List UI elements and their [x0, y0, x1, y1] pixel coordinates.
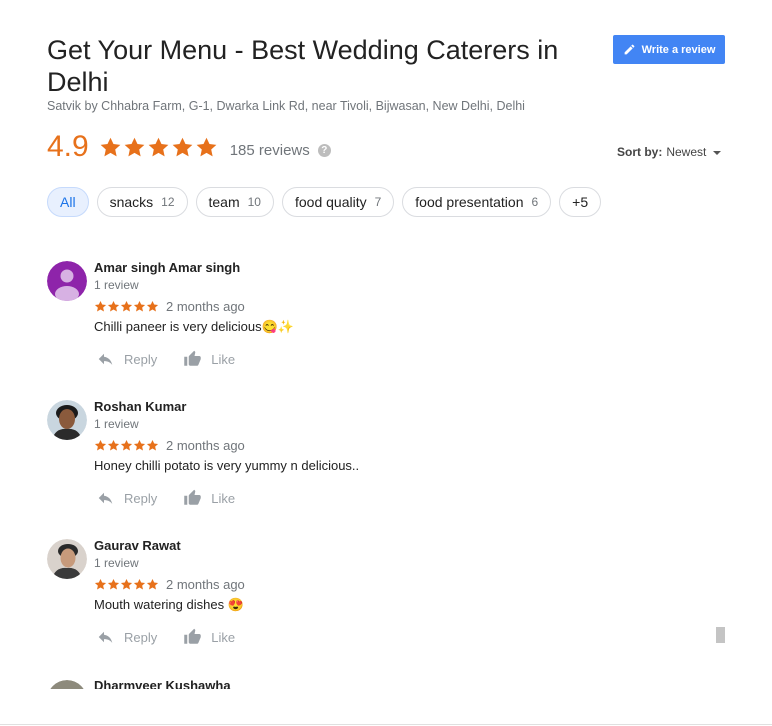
- profile-photo: [47, 400, 87, 440]
- profile-photo: [47, 539, 87, 579]
- sort-label: Sort by:: [617, 145, 663, 159]
- pencil-icon: [624, 44, 634, 55]
- business-address: Satvik by Chhabra Farm, G-1, Dwarka Link…: [47, 99, 525, 113]
- reviewer-name[interactable]: Gaurav Rawat: [94, 538, 245, 554]
- avatar[interactable]: [47, 261, 87, 301]
- reviewer-name[interactable]: Roshan Kumar: [94, 399, 359, 415]
- rating-stars: [99, 136, 218, 159]
- reply-icon: [98, 631, 113, 643]
- star-icon: [146, 578, 159, 590]
- reply-button[interactable]: Reply: [96, 628, 157, 646]
- chip-count: 6: [531, 195, 539, 209]
- help-icon[interactable]: ?: [317, 143, 331, 157]
- like-button[interactable]: Like: [183, 350, 235, 368]
- star-icon: [120, 439, 133, 451]
- like-button[interactable]: Like: [183, 628, 235, 646]
- like-label: Like: [211, 351, 236, 367]
- divider: [0, 724, 772, 725]
- reply-label: Reply: [124, 351, 158, 367]
- reply-label: Reply: [124, 490, 158, 506]
- reviewer-name[interactable]: Amar singh Amar singh: [94, 260, 294, 276]
- rating-summary: 4.9 185 reviews ?: [47, 130, 331, 164]
- reviewer-name[interactable]: Dharmveer Kushawha: [94, 680, 231, 689]
- star-icon: [120, 300, 133, 312]
- rating-value: 4.9: [47, 130, 89, 163]
- star-icon: [107, 439, 120, 451]
- reply-button[interactable]: Reply: [96, 489, 157, 507]
- sort-value: Newest: [666, 145, 707, 159]
- chip-food-presentation[interactable]: food presentation 6: [402, 187, 552, 217]
- review-time: 2 months ago: [166, 299, 245, 314]
- star-icon: [120, 578, 133, 590]
- reviewer-review-count: 1 review: [94, 417, 139, 431]
- avatar[interactable]: [47, 400, 87, 440]
- thumbs-up-icon: [184, 628, 201, 644]
- star-icon: [133, 439, 146, 451]
- chip-snacks[interactable]: snacks 12: [96, 187, 188, 217]
- review-time: 2 months ago: [166, 438, 245, 453]
- star-icon: [94, 578, 107, 590]
- reviewer-review-count: 1 review: [94, 556, 139, 570]
- chip-label: All: [60, 194, 76, 210]
- reviewer-review-count: 1 review: [94, 278, 139, 292]
- review-stars: [94, 300, 159, 313]
- chip-label: food presentation: [415, 194, 524, 210]
- star-icon: [133, 578, 146, 590]
- scrollbar-thumb[interactable]: [716, 627, 725, 643]
- review-stars: [94, 578, 159, 591]
- reply-button[interactable]: Reply: [96, 350, 157, 368]
- star-icon: [94, 300, 107, 312]
- thumbs-up-icon: [184, 350, 201, 366]
- chip-more[interactable]: +5: [559, 187, 602, 217]
- chip-count: 7: [374, 195, 382, 209]
- chip-label: snacks: [109, 194, 154, 210]
- star-icon: [107, 578, 120, 590]
- chip-team[interactable]: team 10: [195, 187, 274, 217]
- reply-icon: [98, 353, 113, 365]
- avatar[interactable]: [47, 539, 87, 579]
- star-icon: [133, 300, 146, 312]
- star-icon: [146, 439, 159, 451]
- chip-count: 12: [161, 195, 175, 209]
- reply-icon: [98, 492, 113, 504]
- chip-label: +5: [572, 194, 589, 210]
- like-button[interactable]: Like: [183, 489, 235, 507]
- star-icon: [172, 137, 193, 156]
- star-icon: [107, 300, 120, 312]
- like-label: Like: [211, 629, 236, 645]
- caret-down-icon: [713, 150, 722, 155]
- chip-count: 10: [247, 195, 261, 209]
- star-icon: [94, 439, 107, 451]
- review-text: Honey chilli potato is very yummy n deli…: [94, 458, 360, 473]
- reply-label: Reply: [124, 629, 158, 645]
- chip-label: team: [208, 194, 240, 210]
- sort-dropdown[interactable]: Sort by: Newest: [617, 145, 722, 159]
- review-time: 2 months ago: [166, 577, 245, 592]
- review-count: 185 reviews: [229, 141, 310, 159]
- review-stars: [94, 439, 159, 452]
- review-text: Chilli paneer is very delicious😋✨: [94, 319, 295, 334]
- profile-photo: [50, 680, 84, 689]
- star-icon: [146, 300, 159, 312]
- star-icon: [124, 137, 145, 156]
- star-icon: [196, 137, 217, 156]
- write-review-button[interactable]: Write a review: [613, 35, 725, 64]
- review-item: Dharmveer Kushawha: [47, 680, 687, 689]
- thumbs-up-icon: [184, 489, 201, 505]
- star-icon: [148, 137, 169, 156]
- chip-label: food quality: [294, 194, 367, 210]
- star-icon: [100, 137, 121, 156]
- avatar[interactable]: [47, 680, 87, 689]
- topic-filter-chips: All snacks 12 team 10 food quality 7 foo…: [47, 187, 602, 217]
- chip-all[interactable]: All: [47, 187, 89, 217]
- review-text: Mouth watering dishes 😍: [94, 597, 244, 612]
- like-label: Like: [211, 490, 236, 506]
- page-title: Get Your Menu - Best Wedding Caterers in…: [47, 35, 559, 97]
- write-review-label: Write a review: [641, 43, 716, 56]
- person-icon: [47, 261, 87, 301]
- chip-food-quality[interactable]: food quality 7: [281, 187, 395, 217]
